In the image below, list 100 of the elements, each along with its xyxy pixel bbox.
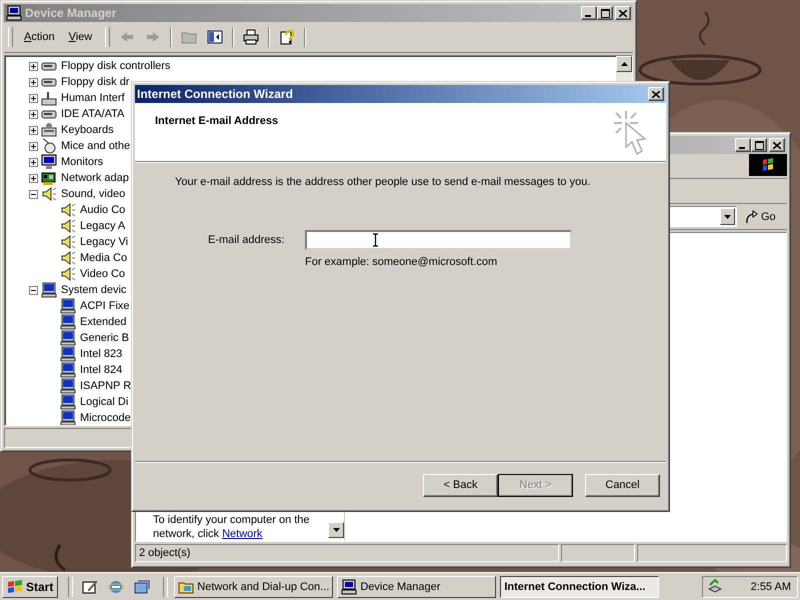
maximize-icon xyxy=(600,8,610,18)
taskbar-button[interactable]: Device Manager xyxy=(337,576,496,598)
close-icon xyxy=(652,90,660,98)
computer-icon xyxy=(60,362,76,378)
expander-icon[interactable] xyxy=(29,78,38,86)
desktop-icon[interactable] xyxy=(82,578,98,594)
tree-item[interactable]: Human Interf xyxy=(61,92,125,104)
logo-icon xyxy=(749,154,787,176)
computer-icon xyxy=(60,330,76,346)
tree-item[interactable]: Mice and othe xyxy=(61,140,130,152)
close-button[interactable] xyxy=(648,87,664,101)
email-field[interactable] xyxy=(305,230,572,250)
computer-icon xyxy=(60,298,76,314)
menu-item[interactable]: Action xyxy=(19,29,60,45)
maximize-icon xyxy=(754,140,764,150)
window-title: Device Manager xyxy=(25,6,116,20)
tree-item[interactable]: IDE ATA/ATA xyxy=(61,108,124,120)
computer-icon xyxy=(60,346,76,362)
computer-icon xyxy=(60,378,76,394)
computer-icon xyxy=(341,578,358,594)
tree-item[interactable]: Intel 824 xyxy=(80,364,122,376)
windows-flag-icon xyxy=(7,580,23,594)
tree-item[interactable]: Legacy A xyxy=(80,220,126,232)
printer-icon[interactable] xyxy=(243,29,260,45)
speaker-icon xyxy=(41,186,57,202)
menu-item[interactable]: View xyxy=(64,29,98,45)
tree-item[interactable]: Keyboards xyxy=(61,124,114,136)
tree-item[interactable]: System devic xyxy=(61,284,126,296)
computer-icon xyxy=(60,314,76,330)
computer-icon xyxy=(60,410,76,425)
expander-icon[interactable] xyxy=(29,174,38,182)
tree-item[interactable]: Extended xyxy=(80,316,126,328)
speaker-icon xyxy=(60,202,76,218)
monitor-icon xyxy=(41,154,57,170)
network-icon[interactable] xyxy=(707,578,723,594)
keyboard-icon xyxy=(41,122,57,138)
scroll-up-button[interactable] xyxy=(616,56,632,72)
joystick-icon xyxy=(41,90,57,106)
wizard-button[interactable]: Cancel xyxy=(585,474,660,496)
info-text: To identify your computer on the network, click Network xyxy=(153,513,310,541)
expander-icon[interactable] xyxy=(29,94,38,102)
expander-icon[interactable] xyxy=(29,190,38,198)
computer-icon xyxy=(6,5,22,21)
down-arrow-icon xyxy=(724,214,731,218)
computer-icon xyxy=(60,394,76,410)
minimize-button[interactable] xyxy=(735,138,751,152)
taskbar-button[interactable]: Network and Dial-up Con... xyxy=(174,576,334,598)
tree-item[interactable]: Generic B xyxy=(80,332,129,344)
browser-icon[interactable] xyxy=(108,578,124,594)
close-icon xyxy=(619,10,627,16)
curved-arrow-icon xyxy=(745,210,759,224)
window-title: Internet Connection Wizard xyxy=(137,87,293,101)
speaker-icon xyxy=(60,266,76,282)
expander-icon[interactable] xyxy=(29,286,38,294)
expander-icon[interactable] xyxy=(29,126,38,134)
maximize-button[interactable] xyxy=(751,138,767,152)
text-cursor-icon xyxy=(372,233,379,247)
close-icon xyxy=(773,142,781,148)
maximize-button[interactable] xyxy=(597,6,613,20)
up-arrow-icon xyxy=(620,62,628,66)
minimize-button[interactable] xyxy=(581,6,597,20)
field-label: E-mail address: xyxy=(207,234,286,246)
speaker-icon xyxy=(60,234,76,250)
help-icon[interactable] xyxy=(279,29,296,45)
tree-item[interactable]: Intel 823 xyxy=(80,348,122,360)
expander-icon[interactable] xyxy=(29,142,38,150)
intro-text: Your e-mail address is the address other people use to send e-mail messages to you. xyxy=(175,176,592,188)
tree-item[interactable]: Microcode xyxy=(80,412,131,424)
tree-item[interactable]: Logical Di xyxy=(80,396,128,408)
tree-item[interactable]: Legacy Vi xyxy=(80,236,128,248)
tree-item[interactable]: Sound, video xyxy=(61,188,126,200)
start-button[interactable]: Start xyxy=(2,576,58,598)
tree-item[interactable]: Network adap xyxy=(61,172,129,184)
tree-item[interactable]: Audio Co xyxy=(80,204,126,216)
expander-icon[interactable] xyxy=(29,110,38,118)
network-card-icon xyxy=(41,170,57,186)
taskbar-button[interactable]: Internet Connection Wiza... xyxy=(500,576,660,598)
close-button[interactable] xyxy=(769,138,785,152)
tree-item[interactable]: Floppy disk controllers xyxy=(61,60,170,72)
tree-item[interactable]: ACPI Fixe xyxy=(80,300,130,312)
panel-icon[interactable] xyxy=(207,29,224,45)
clock: 2:55 AM xyxy=(750,580,791,592)
page-heading: Internet E-mail Address xyxy=(155,115,278,127)
mouse-icon xyxy=(41,138,57,154)
computer-icon xyxy=(41,282,57,298)
tree-item[interactable]: Monitors xyxy=(61,156,104,168)
dropdown-button[interactable] xyxy=(720,208,735,225)
tree-item[interactable]: Video Co xyxy=(80,268,126,280)
wizard-button[interactable]: < Back xyxy=(423,474,498,496)
tree-item[interactable]: Media Co xyxy=(80,252,128,264)
close-button[interactable] xyxy=(615,6,631,20)
tree-item[interactable]: Floppy disk dr xyxy=(61,76,130,88)
status-text: 2 object(s) xyxy=(135,544,559,562)
tree-item[interactable]: ISAPNP R xyxy=(80,380,132,392)
network-link[interactable]: Network xyxy=(222,528,262,540)
speaker-icon xyxy=(60,250,76,266)
scroll-down-button[interactable] xyxy=(328,522,344,538)
hint-text: For example: someone@microsoft.com xyxy=(305,256,498,268)
expander-icon[interactable] xyxy=(29,62,38,70)
expander-icon[interactable] xyxy=(29,158,38,166)
